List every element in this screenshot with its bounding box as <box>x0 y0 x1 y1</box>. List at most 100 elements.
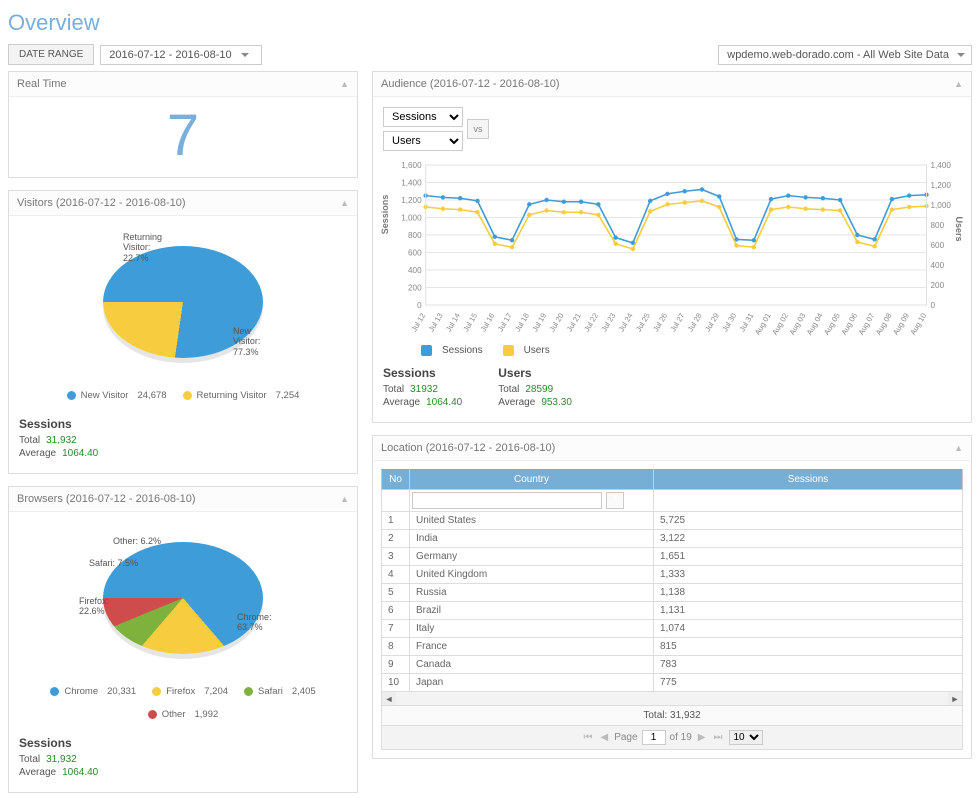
avg-value: 953.30 <box>541 397 572 408</box>
table-row[interactable]: 5Russia1,138 <box>382 584 963 602</box>
pager-first-button[interactable]: ⏮ <box>581 732 594 743</box>
collapse-icon[interactable]: ▲ <box>954 79 963 89</box>
date-range-button[interactable]: DATE RANGE <box>8 44 94 65</box>
svg-text:800: 800 <box>931 221 945 230</box>
table-row[interactable]: 6Brazil1,131 <box>382 602 963 620</box>
audience-legend: Sessions Users <box>421 345 961 356</box>
th-sessions[interactable]: Sessions <box>654 470 963 490</box>
collapse-icon[interactable]: ▲ <box>954 443 963 453</box>
avg-value: 1064.40 <box>62 767 98 778</box>
y-axis-left-label: Sessions <box>380 195 390 235</box>
svg-text:Jul 21: Jul 21 <box>565 312 583 334</box>
svg-text:1,400: 1,400 <box>401 179 422 188</box>
scroll-right-icon[interactable]: ► <box>948 692 962 705</box>
collapse-icon[interactable]: ▲ <box>340 79 349 89</box>
svg-text:Jul 23: Jul 23 <box>599 312 617 334</box>
sessions-heading: Sessions <box>19 736 347 750</box>
pie-slice-label: Firefox:22.6% <box>79 596 109 617</box>
pie-slice-label: NewVisitor:77.3% <box>233 326 260 357</box>
svg-text:Jul 28: Jul 28 <box>686 312 704 334</box>
date-range-value[interactable]: 2016-07-12 - 2016-08-10 <box>100 45 261 65</box>
visitors-legend: New Visitor24,678Returning Visitor7,254 <box>67 390 300 401</box>
svg-text:1,400: 1,400 <box>931 161 952 170</box>
location-pager: ⏮ ◀ Page of 19 ▶ ⏭ 10 <box>381 726 963 750</box>
avg-label: Average <box>498 397 535 408</box>
table-row[interactable]: 7Italy1,074 <box>382 620 963 638</box>
svg-text:Jul 20: Jul 20 <box>548 312 566 334</box>
svg-text:Jul 22: Jul 22 <box>582 312 600 334</box>
svg-text:Jul 13: Jul 13 <box>427 312 445 334</box>
audience-metric1-select[interactable]: Sessions <box>383 107 463 127</box>
total-value: 31,932 <box>46 754 77 765</box>
svg-text:400: 400 <box>931 261 945 270</box>
table-row[interactable]: 2India3,122 <box>382 530 963 548</box>
total-label: Total <box>19 435 40 446</box>
svg-text:1,000: 1,000 <box>931 201 952 210</box>
svg-text:1,200: 1,200 <box>401 196 422 205</box>
total-value: 31,932 <box>46 435 77 446</box>
pager-last-button[interactable]: ⏭ <box>712 732 725 743</box>
th-country[interactable]: Country <box>410 470 654 490</box>
scroll-left-icon[interactable]: ◄ <box>382 692 396 705</box>
table-row[interactable]: 9Canada783 <box>382 656 963 674</box>
table-row[interactable]: 4United Kingdom1,333 <box>382 566 963 584</box>
avg-value: 1064.40 <box>426 397 462 408</box>
table-row[interactable]: 10Japan775 <box>382 674 963 692</box>
panel-audience: Audience (2016-07-12 - 2016-08-10) ▲ Ses… <box>372 71 972 423</box>
panel-audience-title: Audience (2016-07-12 - 2016-08-10) <box>381 78 560 90</box>
pager-page-label: Page <box>614 732 637 743</box>
legend-item: Safari2,405 <box>244 686 316 697</box>
svg-text:Jul 24: Jul 24 <box>617 312 635 334</box>
svg-text:200: 200 <box>408 284 422 293</box>
site-view-select[interactable]: wpdemo.web-dorado.com - All Web Site Dat… <box>718 45 972 65</box>
audience-line-chart: Sessions Users 02004006008001,0001,2001,… <box>387 159 957 339</box>
avg-label: Average <box>19 767 56 778</box>
pager-size-select[interactable]: 10 <box>729 730 763 745</box>
svg-text:Jul 18: Jul 18 <box>513 312 531 334</box>
clear-filter-button[interactable]: x <box>606 492 624 509</box>
legend-item: Firefox7,204 <box>152 686 228 697</box>
th-no[interactable]: No <box>382 470 410 490</box>
svg-text:Jul 26: Jul 26 <box>651 312 669 334</box>
legend-item: New Visitor24,678 <box>67 390 167 401</box>
svg-text:Jul 16: Jul 16 <box>478 312 496 334</box>
collapse-icon[interactable]: ▲ <box>340 198 349 208</box>
panel-location: Location (2016-07-12 - 2016-08-10) ▲ No … <box>372 435 972 759</box>
svg-text:Jul 31: Jul 31 <box>738 312 756 334</box>
panel-visitors-title: Visitors (2016-07-12 - 2016-08-10) <box>17 197 186 209</box>
pager-prev-button[interactable]: ◀ <box>598 732 610 743</box>
total-value: 28599 <box>525 384 553 395</box>
svg-text:1,600: 1,600 <box>401 161 422 170</box>
svg-text:Jul 17: Jul 17 <box>496 312 514 334</box>
pager-of-label: of 19 <box>670 732 692 743</box>
panel-realtime-title: Real Time <box>17 78 67 90</box>
audience-metric2-select[interactable]: Users <box>383 131 463 151</box>
svg-text:Jul 25: Jul 25 <box>634 312 652 334</box>
legend-users: Users <box>524 345 550 356</box>
location-total: Total: 31,932 <box>381 706 963 726</box>
table-row[interactable]: 1United States5,725 <box>382 512 963 530</box>
country-filter-input[interactable] <box>412 492 602 509</box>
svg-text:Jul 29: Jul 29 <box>703 312 721 334</box>
collapse-icon[interactable]: ▲ <box>340 494 349 504</box>
horizontal-scrollbar[interactable]: ◄ ► <box>381 692 963 706</box>
pager-page-input[interactable] <box>642 730 666 745</box>
svg-text:200: 200 <box>931 281 945 290</box>
svg-text:600: 600 <box>408 249 422 258</box>
pager-next-button[interactable]: ▶ <box>696 732 708 743</box>
total-label: Total <box>498 384 519 395</box>
browsers-legend: Chrome20,331Firefox7,204Safari2,405Other… <box>19 686 347 720</box>
svg-text:Jul 27: Jul 27 <box>668 312 686 334</box>
page-title: Overview <box>8 10 972 36</box>
svg-text:600: 600 <box>931 241 945 250</box>
sessions-heading: Sessions <box>383 366 462 380</box>
svg-text:1,200: 1,200 <box>931 181 952 190</box>
legend-item: Chrome20,331 <box>50 686 136 697</box>
svg-text:800: 800 <box>408 231 422 240</box>
avg-label: Average <box>19 448 56 459</box>
table-row[interactable]: 3Germany1,651 <box>382 548 963 566</box>
table-row[interactable]: 8France815 <box>382 638 963 656</box>
total-value: 31932 <box>410 384 438 395</box>
svg-text:Jul 14: Jul 14 <box>444 312 462 334</box>
visitors-pie-chart: NewVisitor:77.3%ReturningVisitor:22.7% <box>83 226 283 376</box>
